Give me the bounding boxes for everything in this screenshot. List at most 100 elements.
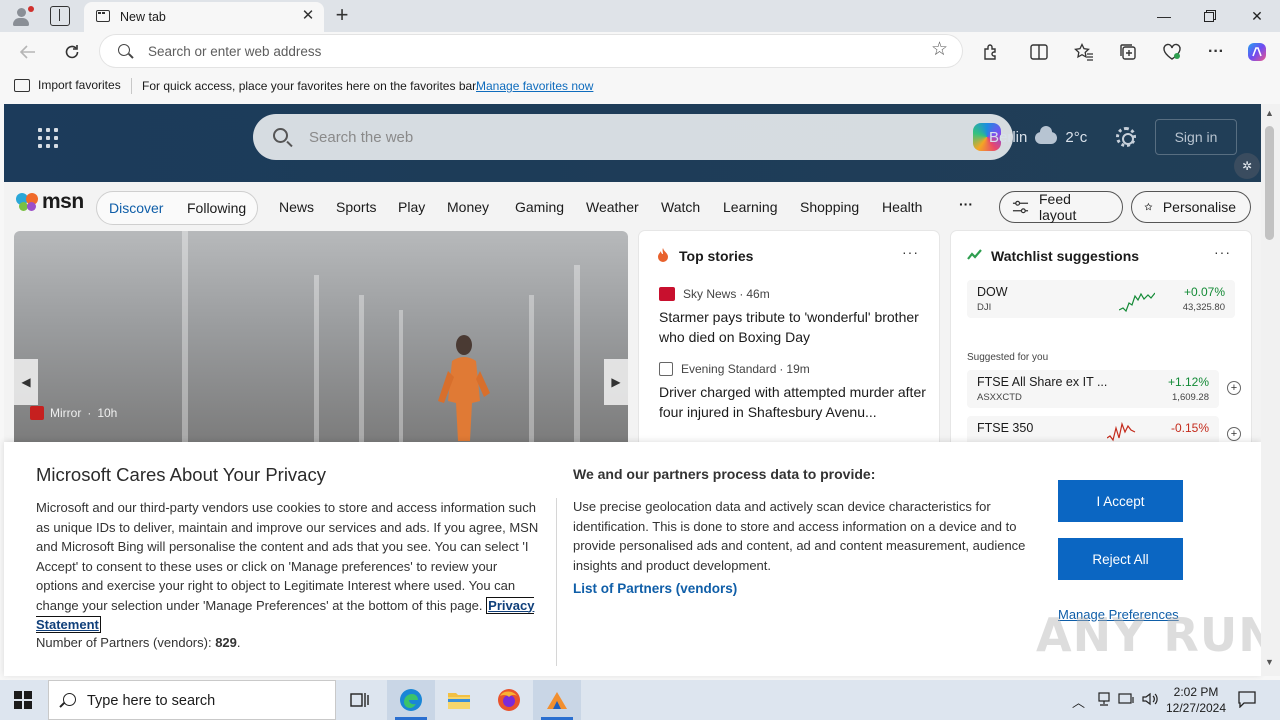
split-screen-icon[interactable]	[1026, 40, 1052, 64]
edge-taskbar-icon[interactable]	[387, 680, 435, 720]
minimize-button[interactable]: —	[1141, 0, 1187, 32]
story-age: 46m	[746, 287, 770, 301]
purposes-title: We and our partners process data to prov…	[573, 466, 876, 482]
web-search-box[interactable]	[253, 114, 1013, 160]
hero-story-card[interactable]: ◀ ▶ Mirror · 10h	[14, 231, 628, 445]
watchlist-more-icon[interactable]: ···	[1214, 244, 1231, 260]
manage-favorites-link[interactable]: Manage favorites now	[476, 79, 593, 93]
mirror-logo	[30, 406, 44, 420]
nav-money[interactable]: Money	[447, 199, 489, 215]
reject-all-button[interactable]: Reject All	[1058, 538, 1183, 580]
hero-age: 10h	[97, 406, 118, 420]
personalise-button[interactable]: Personalise	[1131, 191, 1251, 223]
story-headline[interactable]: Driver charged with attempted murder aft…	[659, 382, 929, 422]
nav-sports[interactable]: Sports	[336, 199, 376, 215]
feed-switch: Discover Following	[96, 191, 258, 225]
sliders-icon	[1012, 200, 1029, 214]
collections-icon[interactable]	[1115, 40, 1141, 64]
personalise-icon	[1144, 202, 1153, 211]
tab-following[interactable]: Following	[187, 200, 246, 216]
nav-news[interactable]: News	[279, 199, 314, 215]
nav-learning[interactable]: Learning	[723, 199, 778, 215]
web-search-input[interactable]	[309, 126, 909, 148]
nav-health[interactable]: Health	[882, 199, 922, 215]
nav-watch[interactable]: Watch	[661, 199, 700, 215]
scroll-up-icon[interactable]: ▲	[1265, 108, 1274, 118]
stock-name: FTSE All Share ex IT ...	[977, 375, 1108, 389]
taskbar-clock[interactable]: 2:02 PM 12/27/2024	[1164, 684, 1228, 716]
consent-description: Microsoft and our third-party vendors us…	[36, 498, 542, 635]
nav-play[interactable]: Play	[398, 199, 425, 215]
refresh-button[interactable]	[58, 38, 86, 66]
add-to-watchlist-icon[interactable]: +	[1227, 427, 1241, 441]
tab-discover[interactable]: Discover	[109, 200, 163, 216]
sparkline-icon	[1119, 292, 1155, 313]
firefox-icon[interactable]	[485, 680, 533, 720]
stock-price: 43,325.80	[1182, 302, 1225, 313]
search-icon	[63, 693, 76, 706]
task-view-icon[interactable]	[336, 680, 384, 720]
anyrun-app-icon[interactable]	[533, 680, 581, 720]
settings-more-icon[interactable]: ···	[1203, 40, 1229, 64]
msn-nav: msn Discover Following News Sports Play …	[4, 182, 1261, 230]
sparkle-icon[interactable]: ✲	[1234, 153, 1260, 179]
copilot-icon[interactable]	[1244, 40, 1270, 64]
weather-widget[interactable]: Berlin 2°c	[989, 125, 1087, 146]
scrollbar-thumb[interactable]	[1265, 126, 1274, 240]
stock-name: FTSE 350	[977, 421, 1034, 435]
msn-header: Berlin 2°c Sign in ✲	[4, 104, 1261, 182]
import-favorites-button[interactable]: Import favorites	[14, 78, 121, 92]
accept-button[interactable]: I Accept	[1058, 480, 1183, 522]
address-bar[interactable]: ☆	[100, 35, 962, 67]
personalise-label: Personalise	[1162, 199, 1236, 215]
extensions-icon[interactable]	[978, 40, 1004, 64]
browser-essentials-icon[interactable]	[1159, 40, 1185, 64]
windows-start-icon[interactable]	[14, 691, 32, 709]
nav-more[interactable]: ···	[959, 196, 973, 212]
next-slide-button[interactable]: ▶	[604, 359, 628, 405]
nav-shopping[interactable]: Shopping	[800, 199, 859, 215]
scroll-down-icon[interactable]: ▼	[1265, 657, 1274, 667]
favorite-star-icon[interactable]: ☆	[931, 40, 948, 60]
address-input[interactable]	[148, 41, 908, 61]
watchlist-item[interactable]: FTSE All Share ex IT ... ASXXCTD +1.12% …	[967, 370, 1241, 408]
taskbar-search-input[interactable]	[87, 691, 327, 711]
hero-image	[438, 335, 490, 441]
nav-gaming[interactable]: Gaming	[515, 199, 564, 215]
close-window-button[interactable]: ✕	[1234, 0, 1280, 32]
story-headline[interactable]: Starmer pays tribute to 'wonderful' brot…	[659, 307, 921, 347]
volume-icon[interactable]	[1142, 692, 1160, 709]
taskbar-search-box[interactable]	[48, 680, 336, 720]
feed-layout-button[interactable]: Feed layout	[999, 191, 1123, 223]
chart-trend-icon	[967, 249, 982, 260]
restore-button[interactable]	[1187, 0, 1233, 32]
back-button[interactable]	[14, 38, 42, 66]
favorites-icon[interactable]	[1071, 40, 1097, 64]
close-tab-icon[interactable]: ✕	[300, 8, 316, 24]
watchlist-item[interactable]: FTSE 350 -0.15% +	[967, 416, 1241, 445]
tray-chevron-icon[interactable]: ︿	[1072, 692, 1085, 711]
stock-name: DOW	[977, 285, 1008, 299]
search-icon	[118, 44, 130, 56]
new-tab-button[interactable]: +	[332, 4, 352, 26]
add-to-watchlist-icon[interactable]: +	[1227, 381, 1241, 395]
page-scrollbar[interactable]: ▲ ▼	[1261, 104, 1280, 676]
tab-new-tab[interactable]: New tab ✕	[84, 2, 324, 32]
network-tray-icon[interactable]	[1096, 692, 1112, 709]
stock-price: 1,609.28	[1172, 392, 1209, 403]
profile-icon[interactable]	[8, 4, 34, 28]
file-explorer-icon[interactable]	[435, 680, 483, 720]
gear-icon[interactable]	[1116, 127, 1136, 147]
nav-weather[interactable]: Weather	[586, 199, 639, 215]
tab-actions-icon[interactable]	[50, 6, 70, 26]
msn-logo[interactable]: msn	[16, 190, 84, 214]
anyrun-watermark: ANY RUN	[1036, 608, 1278, 662]
top-stories-more-icon[interactable]: ···	[902, 244, 919, 260]
app-launcher-icon[interactable]	[38, 128, 58, 148]
sign-in-button[interactable]: Sign in	[1155, 119, 1237, 155]
display-tray-icon[interactable]	[1118, 692, 1136, 709]
watchlist-item[interactable]: DOW DJI +0.07% 43,325.80	[967, 280, 1235, 318]
previous-slide-button[interactable]: ◀	[14, 359, 38, 405]
list-of-partners-link[interactable]: List of Partners (vendors)	[573, 581, 737, 596]
notifications-icon[interactable]	[1238, 690, 1256, 711]
